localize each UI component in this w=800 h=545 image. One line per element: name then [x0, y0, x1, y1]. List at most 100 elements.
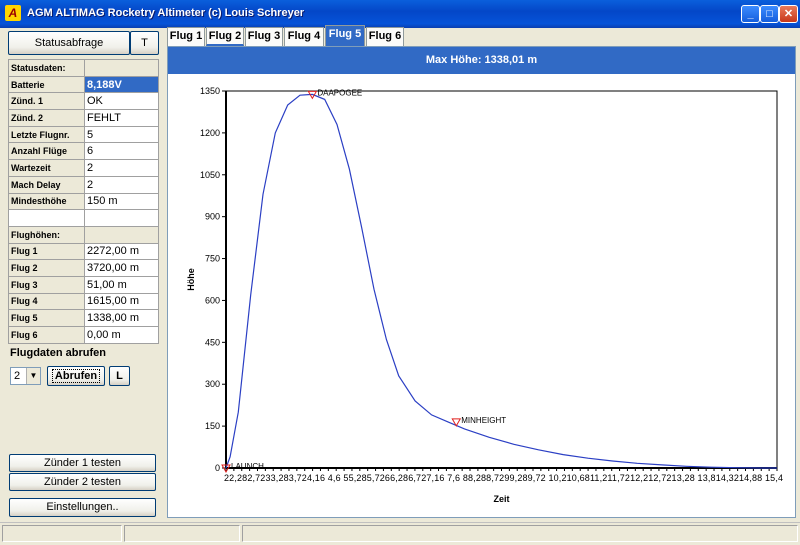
status-row: Letzte Flugnr. 5: [8, 125, 159, 144]
window-title: AGM ALTIMAG Rocketry Altimeter (c) Louis…: [27, 7, 305, 19]
status-row-value: 8,188V: [84, 75, 159, 94]
chart-panel: Max Höhe: 1338,01 m 0 150 300 450 600 750 900 1…: [167, 46, 796, 518]
status-row: Mindesthöhe 150 m: [8, 192, 159, 211]
status-row: Flug 5 1338,00 m: [8, 309, 159, 327]
left-panel: Statusabfrage T Statusdaten: Batterie 8,18…: [0, 28, 163, 522]
tab-flug-3[interactable]: Flug 3: [245, 27, 283, 46]
y-tick-label: 750: [205, 254, 220, 264]
status-row-value: 6: [84, 142, 159, 161]
abrufen-button[interactable]: Abrufen: [47, 366, 105, 386]
status-row-label: Letzte Flugnr.: [8, 125, 85, 144]
y-tick-label: 600: [205, 295, 220, 305]
abrufen-label: Abrufen: [51, 369, 101, 383]
zuender2-test-button[interactable]: Zünder 2 testen: [9, 473, 156, 491]
status-row-value: 0,00 m: [84, 326, 159, 344]
status-row-label: Batterie: [8, 75, 85, 94]
chevron-down-icon[interactable]: ▼: [26, 368, 40, 384]
status-row-value: 51,00 m: [84, 275, 159, 294]
status-row-value: 150 m: [84, 192, 159, 211]
status-row-value: FEHLT: [84, 109, 159, 127]
status-row-value: 3720,00 m: [84, 259, 159, 277]
status-row-label: Flug 2: [8, 259, 85, 277]
altitude-chart: 0 150 300 450 600 750 900 1050 1200 1350 22,282,72…: [186, 86, 783, 504]
status-row: Flughöhen:: [8, 225, 159, 244]
status-row-value: 2: [84, 175, 159, 194]
status-bar: [0, 522, 800, 545]
y-axis-label: Höhe: [186, 268, 196, 291]
event-marker-label: MINHEIGHT: [461, 416, 506, 425]
status-row-value: 1338,00 m: [84, 309, 159, 327]
minimize-button[interactable]: _: [741, 5, 760, 23]
status-grid: Statusdaten: Batterie 8,188V Zünd. 1 OK Zünd.…: [8, 59, 159, 344]
y-tick-label: 1200: [200, 128, 220, 138]
maximize-button[interactable]: □: [760, 5, 779, 23]
status-row-label: Flughöhen:: [8, 225, 85, 244]
status-row: Anzahl Flüge 6: [8, 142, 159, 161]
status-row-label: Anzahl Flüge: [8, 142, 85, 161]
status-row-label: Flug 5: [8, 309, 85, 327]
x-tick-labels: 22,282,7233,283,724,16 4,6 55,285,7266,2…: [224, 473, 783, 483]
y-tick-label: 1350: [200, 86, 220, 96]
flight-select-value: 2: [14, 370, 21, 382]
status-row-value: [84, 209, 159, 227]
status-row: Flug 4 1615,00 m: [8, 292, 159, 311]
status-row-value: 2272,00 m: [84, 242, 159, 261]
tab-flug-4[interactable]: Flug 4: [284, 27, 324, 46]
status-pane-2: [124, 525, 240, 542]
status-row: [8, 209, 159, 227]
title-bar: A AGM ALTIMAG Rocketry Altimeter (c) Lou…: [0, 0, 800, 28]
status-row-label: Mach Delay: [8, 175, 85, 194]
status-row-value: 5: [84, 125, 159, 144]
y-tick-label: 1050: [200, 170, 220, 180]
status-pane-3: [242, 525, 798, 542]
status-row-label: Flug 1: [8, 242, 85, 261]
status-row-label: Flug 4: [8, 292, 85, 311]
y-tick-label: 150: [205, 421, 220, 431]
event-marker-label: DAAPOGEE: [317, 88, 362, 97]
status-row-label: Zünd. 2: [8, 109, 85, 127]
tab-flug-6[interactable]: Flug 6: [366, 27, 404, 46]
status-row: Batterie 8,188V: [8, 75, 159, 94]
status-row: Zünd. 1 OK: [8, 92, 159, 111]
event-marker-label: LAUNCH: [231, 462, 264, 471]
y-tick-label: 450: [205, 337, 220, 347]
status-row-label: [8, 209, 85, 227]
status-row-label: Wartezeit: [8, 159, 85, 177]
flugdaten-label: Flugdaten abrufen: [10, 347, 106, 359]
status-row-value: [84, 225, 159, 244]
status-query-button[interactable]: Statusabfrage: [8, 31, 130, 55]
x-axis-label: Zeit: [493, 494, 509, 504]
status-row: Zünd. 2 FEHLT: [8, 109, 159, 127]
zuender1-test-button[interactable]: Zünder 1 testen: [9, 454, 156, 472]
status-row-value: OK: [84, 92, 159, 111]
status-pane-1: [2, 525, 122, 542]
altimag-logo-icon: A: [5, 5, 21, 21]
status-row: Statusdaten:: [8, 59, 159, 77]
status-row: Flug 6 0,00 m: [8, 326, 159, 344]
status-row-label: Flug 3: [8, 275, 85, 294]
tab-flug-5[interactable]: Flug 5: [325, 25, 365, 46]
close-button[interactable]: ✕: [779, 5, 798, 23]
flight-select[interactable]: 2 ▼: [10, 367, 41, 385]
y-tick-label: 0: [215, 463, 220, 473]
status-row-label: Zünd. 1: [8, 92, 85, 111]
status-row: Wartezeit 2: [8, 159, 159, 177]
y-tick-label: 900: [205, 212, 220, 222]
status-row-label: Statusdaten:: [8, 59, 85, 77]
status-row-value: 2: [84, 159, 159, 177]
status-row: Mach Delay 2: [8, 175, 159, 194]
status-row-label: Mindesthöhe: [8, 192, 85, 211]
tab-flug-2[interactable]: Flug 2: [206, 27, 244, 46]
status-row-value: [84, 59, 159, 77]
plot-frame: [225, 90, 778, 469]
status-row-label: Flug 6: [8, 326, 85, 344]
t-button[interactable]: T: [130, 31, 159, 55]
status-row: Flug 2 3720,00 m: [8, 259, 159, 277]
max-height-banner: Max Höhe: 1338,01 m: [168, 47, 795, 74]
status-row: Flug 1 2272,00 m: [8, 242, 159, 261]
einstellungen-button[interactable]: Einstellungen..: [9, 498, 156, 517]
tab-flug-1[interactable]: Flug 1: [167, 27, 205, 46]
status-row: Flug 3 51,00 m: [8, 275, 159, 294]
l-button[interactable]: L: [109, 366, 130, 386]
y-tick-label: 300: [205, 379, 220, 389]
